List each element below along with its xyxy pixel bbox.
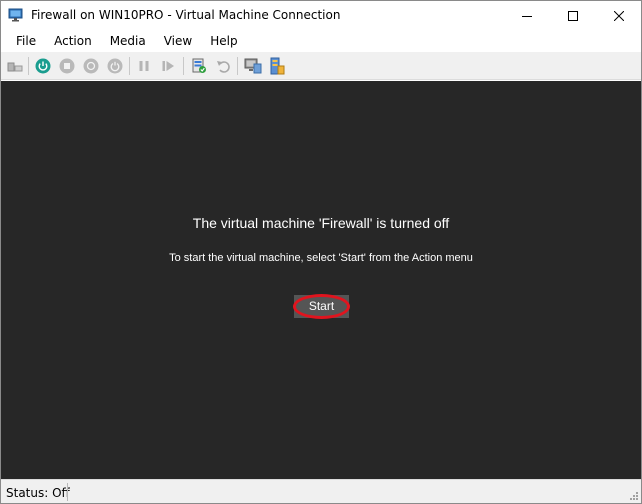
ctrl-alt-del-button[interactable] — [6, 57, 24, 75]
pause-icon — [139, 61, 149, 71]
status-text: Status: Off — [6, 486, 70, 500]
menu-help[interactable]: Help — [201, 31, 246, 51]
enhanced-session-button[interactable] — [244, 57, 262, 75]
start-button[interactable]: Start — [294, 295, 349, 318]
vm-connection-app-icon — [8, 7, 24, 23]
status-separator — [67, 483, 68, 501]
toolbar-separator — [129, 57, 130, 75]
vm-connection-window: Firewall on WIN10PRO - Virtual Machine C… — [0, 0, 642, 504]
checkpoint-icon — [192, 58, 206, 73]
menu-media[interactable]: Media — [101, 31, 155, 51]
power-start-icon — [35, 58, 51, 74]
enhanced-session-icon — [244, 58, 262, 74]
revert-icon — [217, 61, 230, 73]
start-toolbar-button[interactable] — [34, 57, 52, 75]
close-icon — [614, 10, 624, 21]
vm-off-message: The virtual machine 'Firewall' is turned… — [192, 215, 450, 231]
window-title: Firewall on WIN10PRO - Virtual Machine C… — [31, 8, 341, 22]
toolbar-separator — [237, 57, 238, 75]
toolbar-separator — [28, 57, 29, 75]
menu-action[interactable]: Action — [45, 31, 101, 51]
pause-button[interactable] — [135, 57, 153, 75]
resume-icon — [162, 61, 174, 71]
vm-console[interactable]: The virtual machine 'Firewall' is turned… — [1, 81, 641, 479]
toolbar — [1, 52, 641, 80]
revert-button[interactable] — [214, 57, 232, 75]
turn-off-button[interactable] — [58, 57, 76, 75]
share-button[interactable] — [268, 57, 286, 75]
share-icon — [270, 57, 285, 75]
close-button[interactable] — [596, 1, 642, 30]
status-bar: Status: Off — [1, 479, 641, 503]
menu-bar: File Action Media View Help — [1, 30, 641, 52]
toolbar-separator — [183, 57, 184, 75]
minimize-icon — [522, 15, 532, 17]
menu-view[interactable]: View — [155, 31, 201, 51]
shutdown-icon — [83, 58, 99, 74]
menu-file[interactable]: File — [7, 31, 45, 51]
save-state-icon — [107, 58, 123, 74]
maximize-icon — [568, 10, 578, 21]
title-bar[interactable]: Firewall on WIN10PRO - Virtual Machine C… — [1, 1, 641, 30]
minimize-button[interactable] — [504, 1, 550, 30]
checkpoint-button[interactable] — [190, 57, 208, 75]
resize-grip-icon[interactable] — [629, 491, 639, 501]
ctrl-alt-del-icon — [7, 62, 23, 72]
turn-off-icon — [59, 58, 75, 74]
maximize-button[interactable] — [550, 1, 596, 30]
save-state-button[interactable] — [106, 57, 124, 75]
shutdown-button[interactable] — [82, 57, 100, 75]
reset-button[interactable] — [159, 57, 177, 75]
vm-start-hint: To start the virtual machine, select 'St… — [169, 252, 473, 264]
